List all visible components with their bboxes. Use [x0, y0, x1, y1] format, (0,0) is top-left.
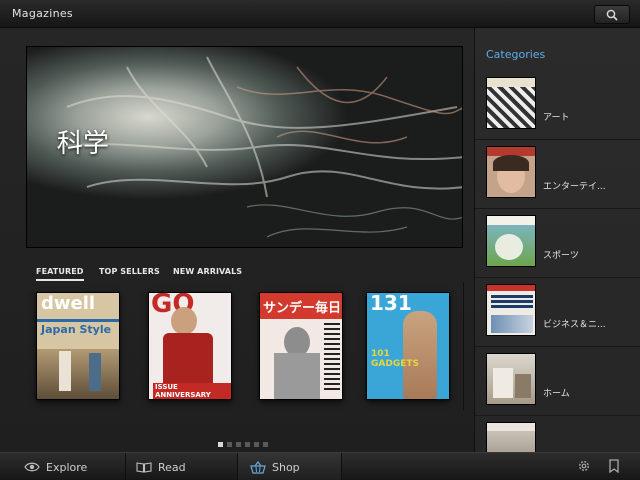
cover-gq[interactable]: GQ ISSUE ANNIVERSARY — [148, 292, 232, 400]
tab-new-arrivals[interactable]: NEW ARRIVALS — [173, 267, 242, 276]
category-thumbnail — [486, 77, 536, 129]
basket-icon — [250, 460, 266, 474]
tab-top-sellers[interactable]: TOP SELLERS — [99, 267, 160, 276]
page-dot[interactable] — [227, 442, 232, 447]
shelf-divider — [463, 282, 464, 410]
categories-sidebar: Categories アート エンターテイ... スポーツ ビジネス＆ニ... — [474, 28, 640, 452]
categories-title: Categories — [486, 48, 546, 61]
category-item-business[interactable]: ビジネス＆ニ... — [475, 279, 640, 347]
cover-sunday-mainichi[interactable]: サンデー毎日 — [259, 292, 343, 400]
cover-headline: ISSUE ANNIVERSARY — [153, 383, 231, 399]
category-item-entertainment[interactable]: エンターテイ... — [475, 141, 640, 209]
cover-masthead: 131 — [370, 292, 412, 315]
category-label: スポーツ — [543, 251, 579, 261]
bookmark-icon[interactable] — [607, 459, 621, 473]
book-icon — [136, 462, 152, 473]
read-label: Read — [158, 460, 186, 474]
category-label: ホーム — [543, 389, 570, 399]
top-bar: Magazines — [0, 0, 640, 28]
shop-button[interactable]: Shop — [238, 453, 342, 480]
category-label: エンターテイ... — [543, 182, 606, 192]
category-item-art[interactable]: アート — [475, 72, 640, 140]
cover-masthead: dwell — [41, 293, 96, 314]
page-dot[interactable] — [236, 442, 241, 447]
category-label: ビジネス＆ニ... — [543, 320, 606, 330]
category-thumbnail — [486, 422, 536, 452]
main-panel: 科学 FEATURED TOP SELLERS NEW ARRIVALS dwe… — [0, 28, 474, 452]
category-thumbnail — [486, 146, 536, 198]
cover-131[interactable]: 131 101 GADGETS — [366, 292, 450, 400]
category-thumbnail — [486, 353, 536, 405]
eye-icon — [24, 462, 40, 472]
shop-label: Shop — [272, 460, 300, 474]
cover-masthead: サンデー毎日 — [263, 301, 342, 316]
category-thumbnail — [486, 215, 536, 267]
page-dot[interactable] — [254, 442, 259, 447]
category-label: アート — [543, 113, 570, 123]
search-button[interactable] — [594, 5, 630, 24]
bottom-toolbar: Explore Read Shop — [0, 452, 640, 480]
page-dot[interactable] — [263, 442, 268, 447]
page-dot[interactable] — [245, 442, 250, 447]
cover-headline: 101 GADGETS — [371, 349, 419, 369]
magazine-shelf: dwell Japan Style GQ ISSUE ANNIVERSARY サ… — [26, 282, 464, 410]
tab-bar: FEATURED TOP SELLERS NEW ARRIVALS — [26, 258, 463, 281]
category-item-sports[interactable]: スポーツ — [475, 210, 640, 278]
hero-banner[interactable]: 科学 — [26, 46, 463, 248]
tab-featured[interactable]: FEATURED — [36, 267, 84, 281]
category-item-home[interactable]: ホーム — [475, 348, 640, 416]
explore-label: Explore — [46, 460, 88, 474]
hero-label: 科学 — [57, 129, 110, 159]
search-icon — [606, 9, 618, 21]
cover-headline: Japan Style — [41, 323, 112, 336]
app-title: Magazines — [12, 7, 73, 20]
page-dot[interactable] — [218, 442, 223, 447]
category-item-more[interactable] — [475, 417, 640, 452]
cover-dwell[interactable]: dwell Japan Style — [36, 292, 120, 400]
read-button[interactable]: Read — [126, 453, 238, 480]
gear-icon[interactable] — [577, 459, 591, 473]
explore-button[interactable]: Explore — [0, 453, 126, 480]
category-thumbnail — [486, 284, 536, 336]
